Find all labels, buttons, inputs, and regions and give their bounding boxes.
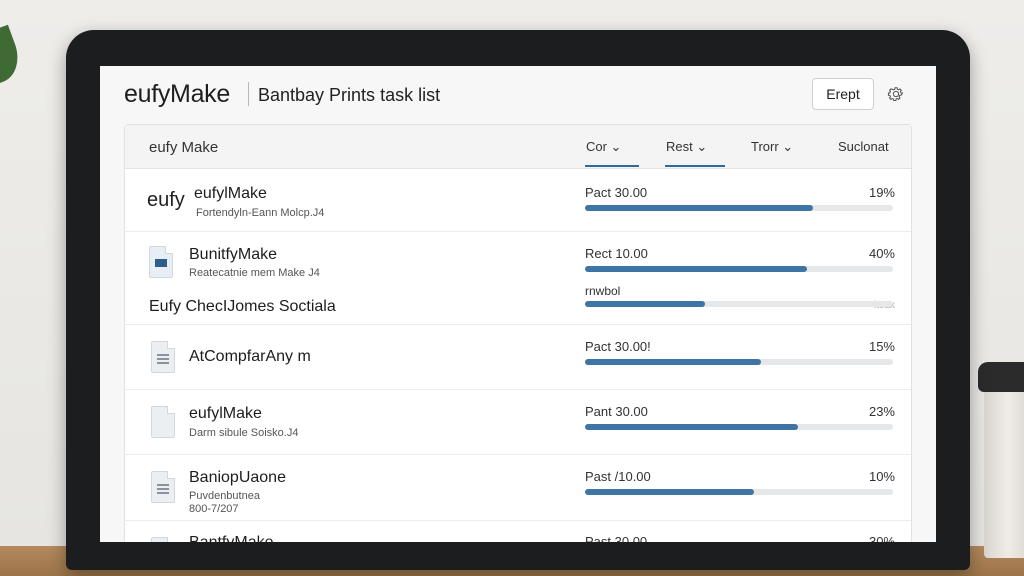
- task-row[interactable]: BantfyMake Past 30.00 30%: [125, 521, 911, 542]
- filter-rest[interactable]: Rest ⌄: [666, 139, 707, 155]
- app-screen: eufyMake Bantbay Prints task list Erept …: [100, 66, 936, 542]
- laptop-device: eufyMake Bantbay Prints task list Erept …: [66, 30, 970, 570]
- percent-label: 19%: [868, 185, 895, 200]
- filter-suclonat[interactable]: Suclonat: [838, 139, 889, 154]
- progress-label: Rect 10.00: [585, 246, 648, 261]
- percent-label: 40%: [868, 246, 895, 261]
- filter-cor[interactable]: Cor ⌄: [586, 139, 621, 155]
- task-name: eufylMake: [189, 405, 262, 422]
- app-header: eufyMake Bantbay Prints task list Erept: [100, 66, 936, 122]
- task-row[interactable]: AtCompfarAny m Pact 30.00! 15%: [125, 325, 911, 390]
- filter-underline-rest: [665, 165, 725, 167]
- task-name: BantfyMake: [189, 534, 273, 542]
- coffee-cup-lid: [978, 362, 1024, 392]
- task-subtitle: Fortendyln-Eann Molcp.J4: [196, 207, 325, 219]
- task-name: BaniopUaone: [189, 469, 286, 486]
- task-row[interactable]: BunitfyMake Reatecatnie mem Make J4 Rect…: [125, 232, 911, 325]
- percent-label: 10%: [868, 469, 895, 484]
- task-name: BunitfyMake: [189, 246, 278, 263]
- progress-label: rnwbol: [585, 284, 621, 298]
- progress-fill: [585, 205, 813, 211]
- document-icon: [151, 341, 175, 373]
- task-subtitle: Darm sibule Soisko.J4: [189, 427, 299, 439]
- progress-label: Pact 30.00!: [585, 339, 651, 354]
- document-icon: [151, 471, 175, 503]
- progress-track: [585, 359, 893, 365]
- task-row[interactable]: eufylMake Darm sibule Soisko.J4 Pant 30.…: [125, 390, 911, 455]
- app-logo: eufyMake: [124, 80, 230, 108]
- task-row[interactable]: eufy eufylMake Fortendyln-Eann Molcp.J4 …: [125, 169, 911, 232]
- percent-label: 30%: [868, 534, 895, 542]
- filter-trorr[interactable]: Trorr ⌄: [751, 139, 793, 155]
- export-button[interactable]: Erept: [812, 78, 874, 110]
- progress-track: [585, 424, 893, 430]
- progress-track: [585, 489, 893, 495]
- percent-label: 23%: [868, 404, 895, 419]
- task-name: eufylMake: [194, 185, 267, 202]
- coffee-cup: [984, 368, 1024, 558]
- progress-label: Pact 30.00: [585, 185, 648, 200]
- progress-track: [585, 301, 893, 307]
- page-title: Bantbay Prints task list: [258, 85, 441, 105]
- progress-fill: [585, 489, 755, 495]
- document-icon: [151, 406, 175, 438]
- progress-track: [585, 205, 893, 211]
- progress-label: Pant 30.00: [585, 404, 648, 419]
- progress-fill: [585, 301, 706, 307]
- task-subtitle-secondary: 800-7/207: [189, 503, 239, 515]
- progress-label: Past /10.00: [585, 469, 651, 484]
- progress-fill: [585, 359, 761, 365]
- progress-fill: [585, 266, 807, 272]
- header-divider: [248, 82, 249, 106]
- progress-fill: [585, 424, 798, 430]
- document-icon: [149, 246, 173, 278]
- percent-label: 15%: [868, 339, 895, 354]
- progress-track: [585, 266, 893, 272]
- task-name: Eufy ChecIJomes Soctiala: [149, 298, 336, 315]
- filter-underline-cor: [585, 165, 639, 167]
- task-name: AtCompfarAny m: [189, 348, 311, 365]
- brand-mark: eufy: [147, 189, 185, 211]
- task-subtitle: Reatecatnie mem Make J4: [189, 267, 320, 279]
- panel-title: eufy Make: [149, 139, 219, 156]
- task-row[interactable]: BaniopUaone Puvdenbutnea 800-7/207 Past …: [125, 455, 911, 521]
- settings-button[interactable]: [880, 78, 912, 110]
- gear-icon: [887, 87, 904, 102]
- panel-header: eufy Make Cor ⌄ Rest ⌄ Trorr ⌄ Suclonat: [125, 125, 911, 169]
- progress-label: Past 30.00: [585, 534, 648, 542]
- task-subtitle: Puvdenbutnea: [189, 490, 260, 502]
- document-icon: [151, 537, 175, 542]
- task-panel: eufy Make Cor ⌄ Rest ⌄ Trorr ⌄ Suclonat …: [124, 124, 912, 542]
